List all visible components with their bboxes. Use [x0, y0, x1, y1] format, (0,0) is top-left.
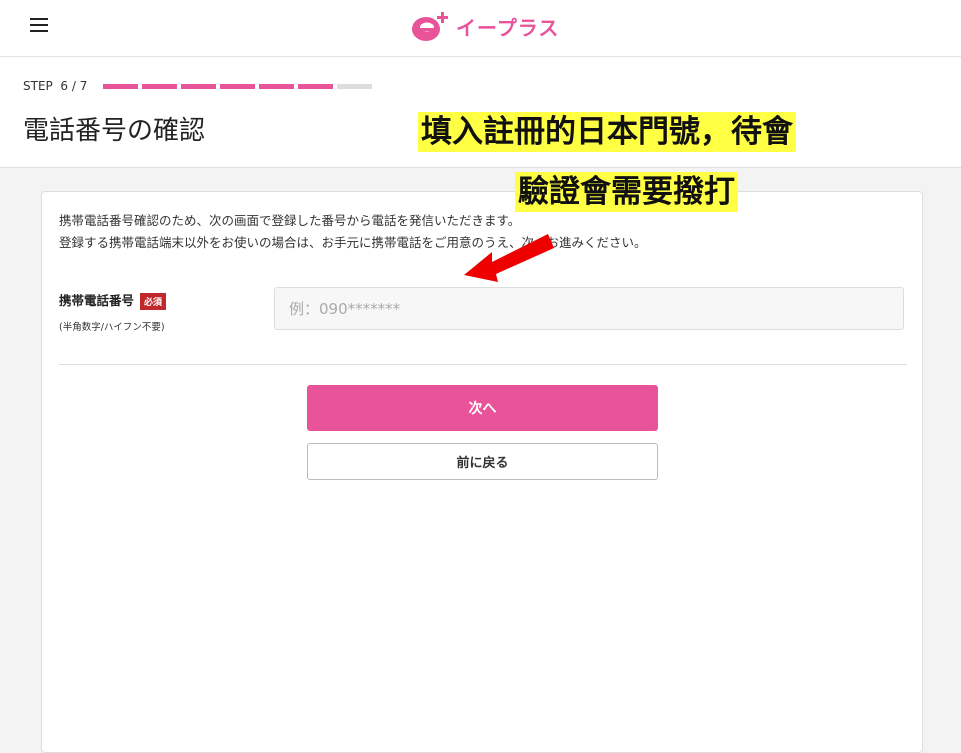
step-indicator: STEP 6 / 7	[23, 79, 87, 93]
step-segment	[103, 84, 138, 89]
notice-line: 携帯電話番号確認のため、次の画面で登録した番号から電話を発信いただきます。	[59, 213, 521, 228]
red-arrow-icon	[464, 234, 554, 282]
step-counter: 6 / 7	[60, 79, 88, 93]
phone-label-text: 携帯電話番号	[59, 293, 135, 308]
step-segment	[337, 84, 372, 89]
step-segment	[220, 84, 255, 89]
back-button[interactable]: 前に戻る	[307, 443, 658, 480]
top-bar: イープラス	[0, 0, 961, 57]
step-segment	[259, 84, 294, 89]
phone-field-label: 携帯電話番号 必須	[59, 290, 167, 310]
step-segment	[142, 84, 177, 89]
notice-line: 登録する携帯電話端末以外をお使いの場合は、お手元に携帯電話をご用意のうえ、次へお…	[59, 235, 647, 250]
page-title: 電話番号の確認	[23, 116, 206, 146]
step-segment	[298, 84, 333, 89]
notice-text: 携帯電話番号確認のため、次の画面で登録した番号から電話を発信いただきます。 登録…	[59, 210, 647, 254]
hamburger-menu-icon[interactable]	[30, 17, 48, 33]
eplus-logo-icon	[412, 12, 448, 41]
divider	[59, 364, 907, 365]
required-badge: 必須	[140, 293, 167, 310]
step-label-text: STEP	[23, 79, 53, 93]
phone-field-hint: (半角数字/ハイフン不要)	[59, 322, 165, 333]
phone-number-input[interactable]	[274, 287, 904, 330]
step-progress-bar	[103, 84, 372, 89]
annotation-line-1: 填入註冊的日本門號，待會	[418, 112, 796, 152]
next-button[interactable]: 次へ	[307, 385, 658, 431]
logo-text: イープラス	[456, 15, 560, 40]
annotation-line-2: 驗證會需要撥打	[515, 172, 738, 212]
eplus-logo[interactable]: イープラス	[410, 8, 559, 44]
step-segment	[181, 84, 216, 89]
